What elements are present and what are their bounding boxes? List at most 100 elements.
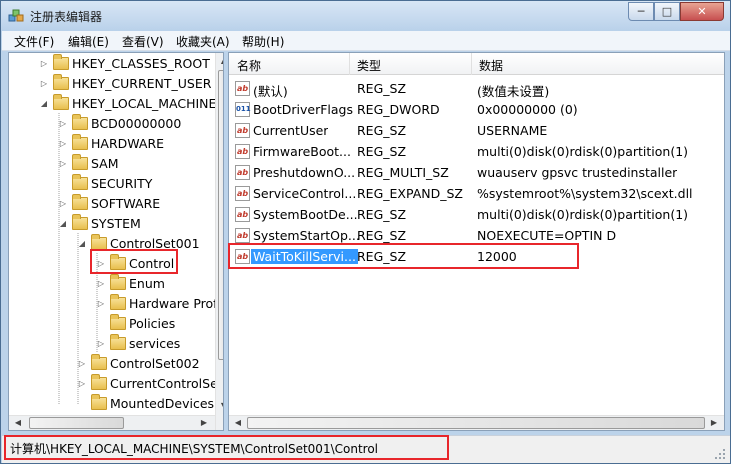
string-value-icon: ab <box>235 207 250 222</box>
expand-arrow-icon[interactable]: ▷ <box>39 79 49 88</box>
tree-item-hkey-classes-root[interactable]: ▷ HKEY_CLASSES_ROOT <box>39 53 210 73</box>
tree-item-controlset002[interactable]: ▷ ControlSet002 <box>77 353 200 373</box>
value-name: CurrentUser <box>253 123 329 138</box>
tree-item-controlset001[interactable]: ◢ ControlSet001 <box>77 233 200 253</box>
collapse-arrow-icon[interactable]: ◢ <box>77 239 87 248</box>
scroll-left-arrow-icon[interactable]: ◀ <box>231 415 245 430</box>
maximize-button[interactable]: □ <box>654 2 680 21</box>
expand-arrow-icon[interactable]: ▷ <box>77 359 87 368</box>
scrollbar-thumb[interactable] <box>218 70 223 360</box>
expand-arrow-icon[interactable]: ▷ <box>58 139 68 148</box>
tree-horizontal-scrollbar[interactable]: ◀ ▶ <box>9 415 215 430</box>
list-row-systembootdevice[interactable]: ab SystemBootDe... REG_SZ multi(0)disk(0… <box>229 204 724 225</box>
scroll-right-arrow-icon[interactable]: ▶ <box>197 415 211 430</box>
value-type: REG_SZ <box>357 228 407 243</box>
value-data: USERNAME <box>477 123 548 138</box>
scroll-right-arrow-icon[interactable]: ▶ <box>707 415 721 430</box>
tree-item-hkey-local-machine[interactable]: ◢ HKEY_LOCAL_MACHINE <box>39 93 216 113</box>
tree-item-mounteddevices[interactable]: MountedDevices <box>77 393 214 413</box>
tree-item-security[interactable]: SECURITY <box>58 173 152 193</box>
list-row-systemstartoptions[interactable]: ab SystemStartOp... REG_SZ NOEXECUTE=OPT… <box>229 225 724 246</box>
folder-icon <box>53 73 69 90</box>
registry-key-tree[interactable]: ▷ HKEY_CLASSES_ROOT ▷ HKEY_CURRENT_USER … <box>8 52 224 431</box>
list-row-default[interactable]: ab (默认) REG_SZ (数值未设置) <box>229 78 724 99</box>
expand-arrow-icon[interactable]: ▷ <box>58 199 68 208</box>
expand-arrow-icon[interactable]: ▷ <box>96 299 106 308</box>
tree-item-label: HKEY_LOCAL_MACHINE <box>72 95 217 111</box>
menu-help[interactable]: 帮助(H) <box>242 33 284 50</box>
value-data: 0x00000000 (0) <box>477 102 578 117</box>
menu-file[interactable]: 文件(F) <box>14 33 54 50</box>
menu-view[interactable]: 查看(V) <box>122 33 164 50</box>
value-name: FirmwareBoot... <box>253 144 351 159</box>
tree-item-policies[interactable]: Policies <box>96 313 175 333</box>
column-header-data[interactable]: 数据 <box>479 57 503 74</box>
string-value-icon: ab <box>235 144 250 159</box>
value-name: (默认) <box>253 84 288 99</box>
title-bar[interactable]: 注册表编辑器 ─ □ ✕ <box>1 1 730 31</box>
tree-item-bcd00000000[interactable]: ▷ BCD00000000 <box>58 113 181 133</box>
current-key-path: 计算机\HKEY_LOCAL_MACHINE\SYSTEM\ControlSet… <box>10 442 378 456</box>
menu-edit[interactable]: 编辑(E) <box>68 33 109 50</box>
expand-arrow-icon[interactable]: ▷ <box>58 119 68 128</box>
list-row-firmwareboot[interactable]: ab FirmwareBoot... REG_SZ multi(0)disk(0… <box>229 141 724 162</box>
tree-item-hardware-profiles[interactable]: ▷ Hardware Profiles <box>96 293 223 313</box>
tree-item-services[interactable]: ▷ services <box>96 333 180 353</box>
folder-icon <box>91 233 107 250</box>
collapse-arrow-icon[interactable]: ◢ <box>39 99 49 108</box>
menu-favorites[interactable]: 收藏夹(A) <box>176 33 230 50</box>
tree-item-control[interactable]: ▷ Control <box>96 253 174 273</box>
folder-icon <box>53 53 69 70</box>
expand-arrow-icon[interactable]: ▷ <box>77 379 87 388</box>
list-horizontal-scrollbar[interactable]: ◀ ▶ <box>229 415 724 430</box>
value-data: multi(0)disk(0)rdisk(0)partition(1) <box>477 207 689 222</box>
expand-arrow-icon[interactable]: ▷ <box>96 259 106 268</box>
scrollbar-thumb[interactable] <box>29 417 124 429</box>
list-row-waittokillservicetimeout[interactable]: ab WaitToKillServi... REG_SZ 12000 <box>229 246 724 267</box>
list-header: 名称 类型 数据 <box>229 53 724 75</box>
expand-arrow-icon[interactable]: ▷ <box>96 339 106 348</box>
tree-item-label: Control <box>129 255 175 271</box>
list-row-preshutdownorder[interactable]: ab PreshutdownO... REG_MULTI_SZ wuauserv… <box>229 162 724 183</box>
expand-arrow-icon[interactable]: ▷ <box>96 279 106 288</box>
expand-arrow-icon[interactable]: ▷ <box>39 59 49 68</box>
scroll-left-arrow-icon[interactable]: ◀ <box>11 415 25 430</box>
tree-item-label: ControlSet001 <box>110 235 200 251</box>
tree-item-hkey-current-user[interactable]: ▷ HKEY_CURRENT_USER <box>39 73 211 93</box>
tree-vertical-scrollbar[interactable]: ▲ ▼ <box>215 53 223 430</box>
expand-arrow-icon[interactable]: ▷ <box>58 159 68 168</box>
tree-item-system[interactable]: ◢ SYSTEM <box>58 213 141 233</box>
tree-item-enum[interactable]: ▷ Enum <box>96 273 165 293</box>
folder-icon <box>110 333 126 350</box>
column-header-type[interactable]: 类型 <box>357 57 381 74</box>
value-data: (数值未设置) <box>477 84 550 99</box>
list-row-bootdriverflags[interactable]: 011 BootDriverFlags REG_DWORD 0x00000000… <box>229 99 724 120</box>
string-value-icon: ab <box>235 249 250 264</box>
value-data: NOEXECUTE=OPTIN D <box>477 228 617 243</box>
resize-grip-icon[interactable] <box>714 448 726 460</box>
registry-values-list[interactable]: 名称 类型 数据 ab (默认) REG_SZ (数值未设置) 011 Boot… <box>228 52 725 431</box>
collapse-arrow-icon[interactable]: ◢ <box>58 219 68 228</box>
tree-item-hardware[interactable]: ▷ HARDWARE <box>58 133 164 153</box>
column-separator[interactable] <box>349 53 350 75</box>
column-header-name[interactable]: 名称 <box>237 57 261 74</box>
column-separator[interactable] <box>471 53 472 75</box>
scroll-down-arrow-icon[interactable]: ▼ <box>217 398 223 414</box>
folder-icon <box>53 93 69 110</box>
menu-bar: 文件(F) 编辑(E) 查看(V) 收藏夹(A) 帮助(H) <box>2 31 730 51</box>
list-row-currentuser[interactable]: ab CurrentUser REG_SZ USERNAME <box>229 120 724 141</box>
registry-app-icon <box>8 9 24 22</box>
close-button[interactable]: ✕ <box>680 2 724 21</box>
value-name: SystemStartOp... <box>253 228 360 243</box>
list-row-servicecontrol[interactable]: ab ServiceControl... REG_EXPAND_SZ %syst… <box>229 183 724 204</box>
minimize-button[interactable]: ─ <box>628 2 654 21</box>
string-value-icon: ab <box>235 123 250 138</box>
value-type: REG_SZ <box>357 207 407 222</box>
tree-item-label: Hardware Profiles <box>129 295 223 311</box>
tree-item-sam[interactable]: ▷ SAM <box>58 153 119 173</box>
tree-item-software[interactable]: ▷ SOFTWARE <box>58 193 160 213</box>
tree-item-label: SAM <box>91 155 119 171</box>
scroll-up-arrow-icon[interactable]: ▲ <box>217 53 223 69</box>
scrollbar-thumb[interactable] <box>247 417 705 429</box>
tree-item-currentcontrolset[interactable]: ▷ CurrentControlSet <box>77 373 223 393</box>
